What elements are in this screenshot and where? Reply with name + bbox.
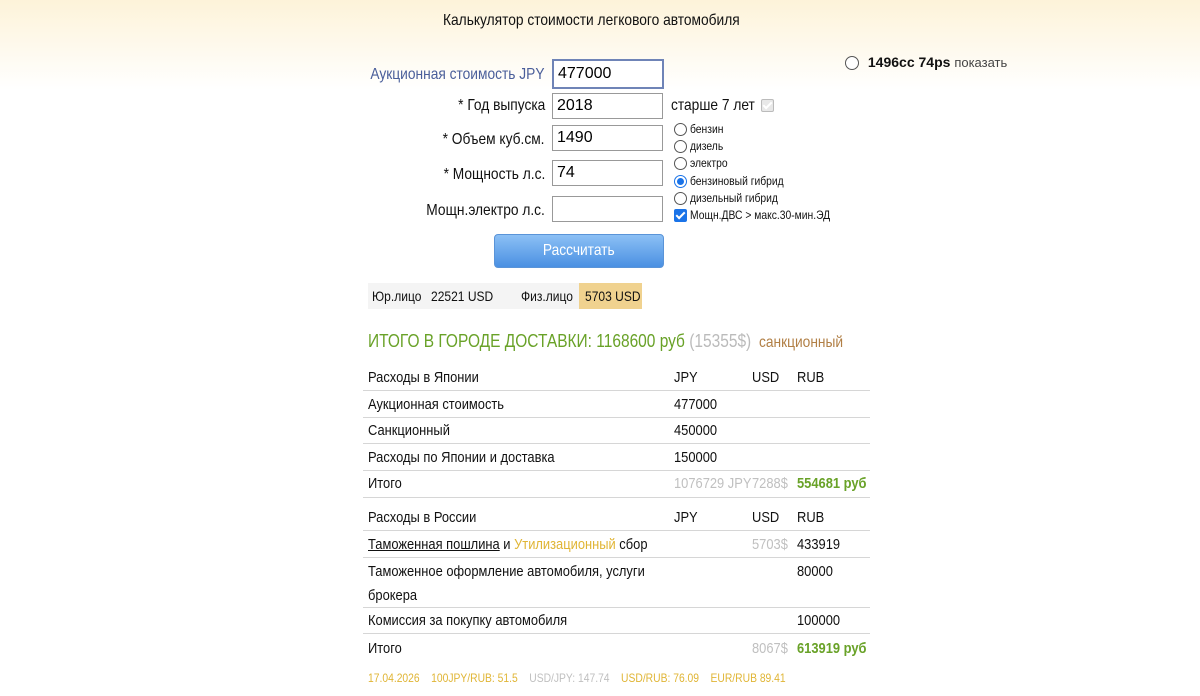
show-link[interactable]: показать	[954, 55, 1007, 70]
fuel-option-petrol-hybrid[interactable]: бензиновый гибрид	[674, 174, 799, 189]
year-label: * Год выпуска	[457, 97, 545, 114]
legal-entity-value: 22521 USD	[431, 288, 494, 304]
recycling-fee-link[interactable]: Утилизационный	[514, 536, 616, 553]
engine-spec: 1496cc 74ps	[867, 54, 951, 70]
fuel-radio[interactable]	[674, 157, 687, 171]
age-group: старше 7 лет	[671, 97, 774, 115]
power-input[interactable]	[552, 160, 663, 186]
table-row: Таможенное оформление автомобиля, услуги…	[363, 563, 870, 608]
engine-info: 1496cc 74ps показать	[845, 54, 1007, 71]
total-heading: ИТОГО В ГОРОДЕ ДОСТАВКИ: 1168600 руб (15…	[368, 331, 920, 352]
auction-label: Аукционная стоимость JPY	[370, 66, 545, 83]
summary-bar: Юр.лицо 22521 USD Физ.лицо 5703 USD	[368, 283, 642, 309]
rate-eur-rub: EUR/RUB 89.41	[710, 671, 786, 685]
japan-total-row: Итого 1076729 JPY 7288$ 554681 руб	[363, 475, 870, 498]
table-row: Расходы по Японии и доставка 150000	[363, 449, 870, 471]
epower-label: Мощн.электро л.с.	[426, 202, 545, 219]
power-label: * Мощность л.с.	[443, 166, 545, 183]
exchange-rates: 17.04.2026 100JPY/RUB: 51.5 USD/JPY: 147…	[368, 671, 874, 685]
fuel-option-electric[interactable]: электро	[674, 156, 734, 171]
person-label: Физ.лицо	[521, 288, 573, 304]
fuel-radio[interactable]	[674, 123, 687, 137]
total-rub: ИТОГО В ГОРОДЕ ДОСТАВКИ: 1168600 руб	[368, 331, 685, 351]
legal-entity-label: Юр.лицо	[372, 288, 422, 304]
table-row: Аукционная стоимость 477000	[363, 396, 870, 418]
volume-label: * Объем куб.см.	[443, 131, 545, 148]
fuel-radio[interactable]	[674, 140, 687, 154]
rates-date: 17.04.2026	[368, 671, 420, 685]
rate-jpy-rub: 100JPY/RUB: 51.5	[431, 671, 518, 685]
age-label: старше 7 лет	[671, 97, 755, 114]
table-header: Расходы в Японии JPY USD RUB	[363, 369, 870, 391]
age-checkbox[interactable]	[760, 99, 774, 113]
customs-duty-link[interactable]: Таможенная пошлина	[368, 536, 500, 553]
hybrid-power-check[interactable]: Мощн.ДВС > макс.30-мин.ЭД	[674, 208, 853, 223]
engine-info-radio[interactable]	[845, 56, 859, 71]
table-row: Санкционный 450000	[363, 422, 870, 444]
auction-price-input[interactable]	[552, 59, 664, 89]
fuel-option-diesel[interactable]: дизель	[674, 139, 729, 154]
rate-usd-rub: USD/RUB: 76.09	[621, 671, 700, 685]
table-row: Таможенная пошлина и Утилизационный сбор…	[363, 536, 870, 558]
year-input[interactable]	[552, 93, 663, 119]
rate-usd-jpy: USD/JPY: 147.74	[529, 671, 610, 685]
table-row: Комиссия за покупку автомобиля 100000	[363, 612, 870, 634]
calculate-button[interactable]: Рассчитать	[494, 234, 664, 268]
fuel-radio-selected[interactable]	[674, 175, 687, 189]
volume-input[interactable]	[552, 125, 663, 151]
fuel-option-diesel-hybrid[interactable]: дизельный гибрид	[674, 191, 793, 206]
sanction-tag: санкционный	[758, 334, 844, 351]
fuel-radio[interactable]	[674, 192, 687, 206]
hybrid-power-checkbox[interactable]	[674, 209, 687, 223]
total-usd: (15355$)	[689, 331, 752, 351]
person-value: 5703 USD	[579, 283, 642, 309]
epower-input[interactable]	[552, 196, 663, 222]
russia-total-row: Итого 8067$ 613919 руб	[368, 640, 867, 657]
page-title: Калькулятор стоимости легкового автомоби…	[443, 12, 740, 29]
fuel-option-petrol[interactable]: бензин	[674, 122, 729, 137]
table-header: Расходы в России JPY USD RUB	[363, 509, 870, 531]
